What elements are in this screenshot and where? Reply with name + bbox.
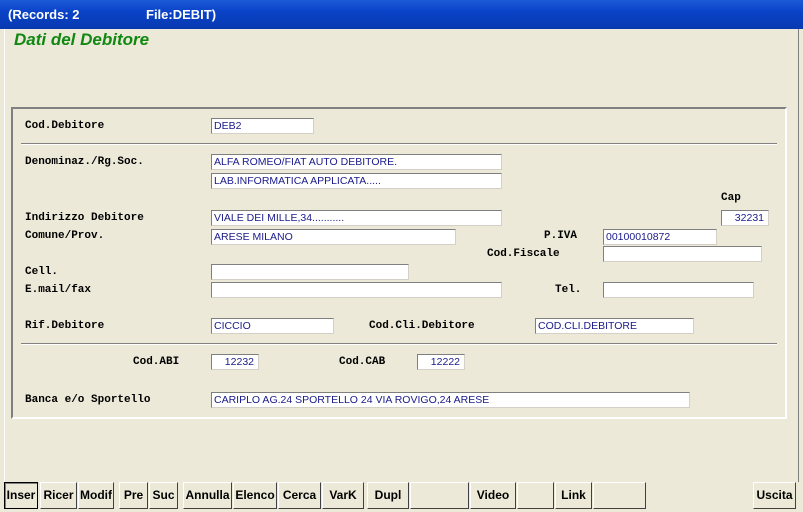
cell-field[interactable]: [211, 264, 409, 280]
link-button[interactable]: Link: [555, 482, 592, 509]
banca-field[interactable]: CARIPLO AG.24 SPORTELLO 24 VIA ROVIGO,24…: [211, 392, 690, 408]
blank-button-1[interactable]: [410, 482, 469, 509]
dupl-button[interactable]: Dupl: [367, 482, 409, 509]
blank-button-2[interactable]: [517, 482, 554, 509]
label-rif-debitore: Rif.Debitore: [25, 320, 105, 332]
label-comune: Comune/Prov.: [25, 230, 105, 242]
label-banca: Banca e/o Sportello: [25, 394, 151, 406]
label-indirizzo: Indirizzo Debitore: [25, 212, 144, 224]
page-title: Dati del Debitore: [14, 30, 150, 49]
cod-cab-field[interactable]: 12222: [417, 354, 465, 370]
records-count: (Records: 2: [8, 7, 80, 22]
pre-button[interactable]: Pre: [119, 482, 148, 509]
suc-button[interactable]: Suc: [149, 482, 178, 509]
tel-field[interactable]: [603, 282, 754, 298]
annulla-button[interactable]: Annulla: [183, 482, 232, 509]
title-bar: (Records: 2 File:DEBIT): [0, 0, 803, 29]
label-cod-cab: Cod.CAB: [339, 356, 386, 368]
cod-abi-field[interactable]: 12232: [211, 354, 259, 370]
separator-2: [21, 343, 777, 345]
denominazione-field-2[interactable]: LAB.INFORMATICA APPLICATA.....: [211, 173, 502, 189]
video-button[interactable]: Video: [470, 482, 516, 509]
separator-1: [21, 143, 777, 145]
label-tel: Tel.: [555, 284, 582, 296]
comune-field[interactable]: ARESE MILANO: [211, 229, 456, 245]
modif-button[interactable]: Modif: [78, 482, 114, 509]
cod-fiscale-field[interactable]: [603, 246, 762, 262]
label-cod-fiscale: Cod.Fiscale: [487, 248, 560, 260]
label-cell: Cell.: [25, 266, 59, 278]
uscita-button[interactable]: Uscita: [753, 482, 796, 509]
label-cod-abi: Cod.ABI: [133, 356, 180, 368]
vark-button[interactable]: VarK: [322, 482, 364, 509]
cod-cli-debitore-field[interactable]: COD.CLI.DEBITORE: [535, 318, 694, 334]
inser-button[interactable]: Inser: [4, 482, 38, 509]
cerca-button[interactable]: Cerca: [278, 482, 321, 509]
blank-button-3[interactable]: [593, 482, 646, 509]
ricer-button[interactable]: Ricer: [40, 482, 77, 509]
denominazione-field-1[interactable]: ALFA ROMEO/FIAT AUTO DEBITORE.: [211, 154, 502, 170]
file-name: File:DEBIT): [146, 7, 217, 22]
label-cap: Cap: [721, 192, 741, 204]
label-denominazione: Denominaz./Rg.Soc.: [25, 156, 144, 168]
label-email: E.mail/fax: [25, 284, 92, 296]
cap-field[interactable]: 32231: [721, 210, 769, 226]
elenco-button[interactable]: Elenco: [233, 482, 277, 509]
email-field[interactable]: [211, 282, 502, 298]
rif-debitore-field[interactable]: CICCIO: [211, 318, 334, 334]
label-cod-cli-debitore: Cod.Cli.Debitore: [369, 320, 475, 332]
cod-debitore-field[interactable]: DEB2: [211, 118, 314, 134]
piva-field[interactable]: 00100010872: [603, 229, 717, 245]
indirizzo-field[interactable]: VIALE DEI MILLE,34...........: [211, 210, 502, 226]
label-cod-debitore: Cod.Debitore: [25, 120, 105, 132]
label-piva: P.IVA: [544, 230, 578, 242]
